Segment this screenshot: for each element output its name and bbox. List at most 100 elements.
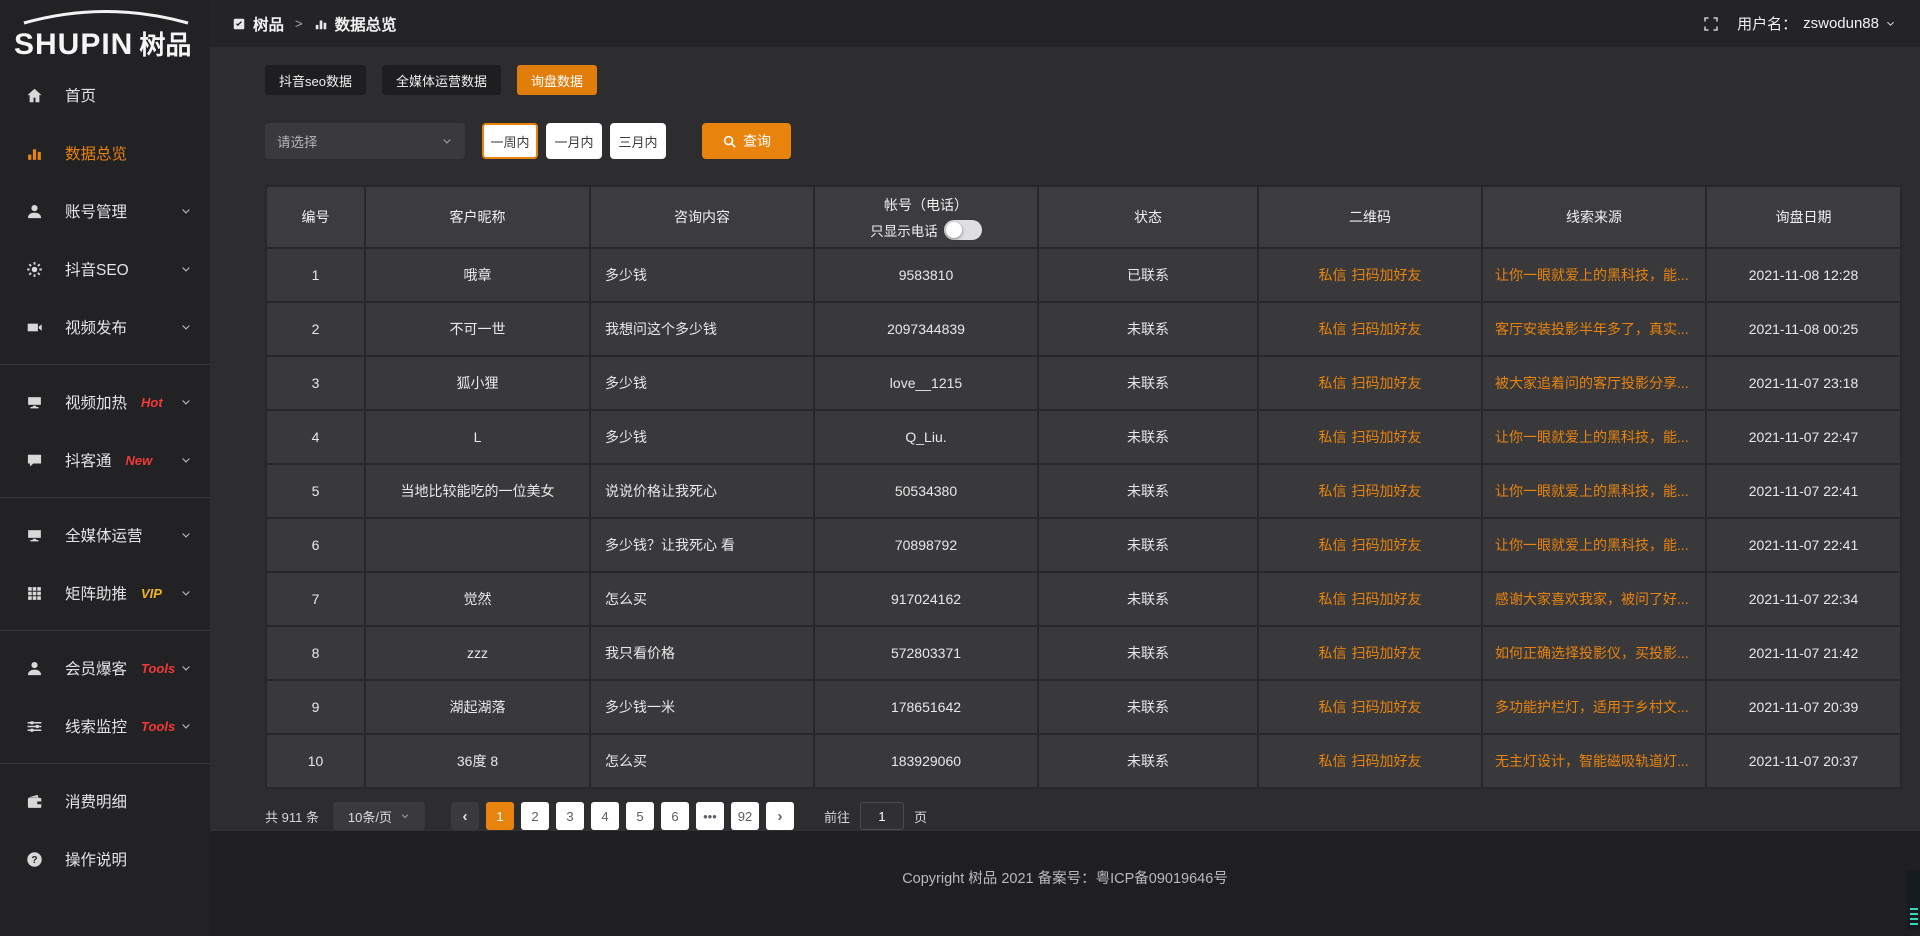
query-button[interactable]: 查询 — [702, 123, 791, 159]
member-icon — [26, 660, 43, 677]
scan-add-friend-link[interactable]: 扫码加好友 — [1352, 267, 1422, 283]
lead-source-link[interactable]: 让你一眼就爱上的黑科技，能... — [1483, 519, 1705, 571]
sidebar-item-operation-guide[interactable]: ?操作说明 — [0, 830, 210, 888]
sidebar-item-media-operation[interactable]: 全媒体运营 — [0, 506, 210, 564]
breadcrumb-current: 数据总览 — [335, 13, 397, 35]
cell-nickname — [366, 519, 589, 571]
breadcrumb: 树品 > 数据总览 — [232, 13, 397, 35]
page-button-5[interactable]: 5 — [626, 802, 654, 830]
svg-text:?: ? — [31, 855, 37, 866]
cell-id: 6 — [267, 519, 364, 571]
lead-source-link[interactable]: 让你一眼就爱上的黑科技，能... — [1483, 465, 1705, 517]
sidebar-item-video-heat[interactable]: 视频加热Hot — [0, 373, 210, 431]
cell-nickname: 当地比较能吃的一位美女 — [366, 465, 589, 517]
sidebar-badge: VIP — [141, 586, 162, 601]
brand-logo: SHUPIN 树品 — [0, 0, 210, 66]
cell-date: 2021-11-08 12:28 — [1707, 249, 1900, 301]
more-pages-button[interactable]: ••• — [696, 802, 724, 830]
cell-content: 我只看价格 — [591, 627, 813, 679]
private-message-link[interactable]: 私信 — [1319, 483, 1347, 499]
sidebar-item-consume-detail[interactable]: 消费明细 — [0, 772, 210, 830]
lead-source-link[interactable]: 无主灯设计，智能磁吸轨道灯... — [1483, 735, 1705, 787]
sidebar-item-matrix-boost[interactable]: 矩阵助推VIP — [0, 564, 210, 622]
next-page-button[interactable]: › — [766, 802, 794, 830]
tab-0[interactable]: 抖音seo数据 — [265, 65, 366, 95]
lead-source-link[interactable]: 感谢大家喜欢我家，被问了好... — [1483, 573, 1705, 625]
scan-add-friend-link[interactable]: 扫码加好友 — [1352, 699, 1422, 715]
period-button-1[interactable]: 一月内 — [546, 123, 602, 159]
fullscreen-icon[interactable] — [1703, 16, 1719, 32]
lead-source-link[interactable]: 多功能护栏灯，适用于乡村文... — [1483, 681, 1705, 733]
scan-add-friend-link[interactable]: 扫码加好友 — [1352, 537, 1422, 553]
cell-account: Q_Liu. — [815, 411, 1037, 463]
cell-account: 50534380 — [815, 465, 1037, 517]
cell-qr: 私信扫码加好友 — [1259, 573, 1481, 625]
prev-page-button[interactable]: ‹ — [451, 802, 479, 830]
chevron-down-icon — [180, 720, 192, 732]
private-message-link[interactable]: 私信 — [1319, 375, 1347, 391]
lead-source-link[interactable]: 让你一眼就爱上的黑科技，能... — [1483, 411, 1705, 463]
sidebar-item-data-overview[interactable]: 数据总览 — [0, 124, 210, 182]
cell-id: 1 — [267, 249, 364, 301]
page-button-2[interactable]: 2 — [521, 802, 549, 830]
scan-add-friend-link[interactable]: 扫码加好友 — [1352, 753, 1422, 769]
table-header-row: 编号 客户昵称 咨询内容 帐号（电话） 只显示电话 状态 二维码 线索来源 — [267, 187, 1900, 247]
scan-add-friend-link[interactable]: 扫码加好友 — [1352, 483, 1422, 499]
page-buttons: ‹123456•••92› — [451, 802, 794, 830]
sidebar-item-douyin-seo[interactable]: 抖音SEO — [0, 240, 210, 298]
page-button-4[interactable]: 4 — [591, 802, 619, 830]
scan-add-friend-link[interactable]: 扫码加好友 — [1352, 645, 1422, 661]
chevron-down-icon — [180, 454, 192, 466]
scan-add-friend-link[interactable]: 扫码加好友 — [1352, 591, 1422, 607]
sidebar-item-member-baoke[interactable]: 会员爆客Tools — [0, 639, 210, 697]
chevron-down-icon — [400, 811, 410, 821]
sidebar-item-label: 首页 — [65, 84, 96, 106]
floating-widget[interactable] — [1907, 870, 1920, 930]
period-button-2[interactable]: 三月内 — [610, 123, 666, 159]
sidebar-item-label: 数据总览 — [65, 142, 127, 164]
cell-content: 多少钱 — [591, 357, 813, 409]
sidebar-item-home[interactable]: 首页 — [0, 66, 210, 124]
chevron-down-icon — [180, 263, 192, 275]
lead-source-link[interactable]: 如何正确选择投影仪，买投影... — [1483, 627, 1705, 679]
scan-add-friend-link[interactable]: 扫码加好友 — [1352, 321, 1422, 337]
sidebar-item-lead-monitor[interactable]: 线索监控Tools — [0, 697, 210, 755]
goto-page-input[interactable] — [860, 802, 904, 830]
cell-id: 4 — [267, 411, 364, 463]
tab-1[interactable]: 全媒体运营数据 — [382, 65, 501, 95]
private-message-link[interactable]: 私信 — [1319, 645, 1347, 661]
page-button-92[interactable]: 92 — [731, 802, 759, 830]
lead-source-link[interactable]: 客厅安装投影半年多了，真实... — [1483, 303, 1705, 355]
top-header: 树品 > 数据总览 用户名： zswodun88 — [210, 0, 1920, 47]
lead-source-link[interactable]: 让你一眼就爱上的黑科技，能... — [1483, 249, 1705, 301]
period-button-0[interactable]: 一周内 — [482, 123, 538, 159]
scan-add-friend-link[interactable]: 扫码加好友 — [1352, 375, 1422, 391]
private-message-link[interactable]: 私信 — [1319, 537, 1347, 553]
phone-only-toggle[interactable] — [944, 220, 982, 240]
tab-2[interactable]: 询盘数据 — [517, 65, 597, 95]
filter-bar: 请选择 一周内一月内三月内 查询 — [265, 123, 1902, 159]
private-message-link[interactable]: 私信 — [1319, 591, 1347, 607]
filter-select[interactable]: 请选择 — [265, 123, 465, 159]
breadcrumb-root[interactable]: 树品 — [253, 13, 284, 35]
private-message-link[interactable]: 私信 — [1319, 429, 1347, 445]
scan-add-friend-link[interactable]: 扫码加好友 — [1352, 429, 1422, 445]
page-button-1[interactable]: 1 — [486, 802, 514, 830]
page-size-label: 10条/页 — [348, 807, 392, 826]
private-message-link[interactable]: 私信 — [1319, 753, 1347, 769]
user-menu[interactable]: 用户名： zswodun88 — [1737, 13, 1896, 34]
page-size-select[interactable]: 10条/页 — [333, 802, 425, 830]
private-message-link[interactable]: 私信 — [1319, 321, 1347, 337]
private-message-link[interactable]: 私信 — [1319, 267, 1347, 283]
private-message-link[interactable]: 私信 — [1319, 699, 1347, 715]
page-button-6[interactable]: 6 — [661, 802, 689, 830]
sidebar-item-douketong[interactable]: 抖客通New — [0, 431, 210, 489]
sidebar-item-account-management[interactable]: 账号管理 — [0, 182, 210, 240]
divider — [0, 763, 210, 764]
col-qrcode: 二维码 — [1259, 187, 1481, 247]
cell-content: 多少钱 — [591, 249, 813, 301]
page-button-3[interactable]: 3 — [556, 802, 584, 830]
chart-icon — [26, 145, 43, 162]
lead-source-link[interactable]: 被大家追着问的客厅投影分享... — [1483, 357, 1705, 409]
sidebar-item-video-publish[interactable]: 视频发布 — [0, 298, 210, 356]
